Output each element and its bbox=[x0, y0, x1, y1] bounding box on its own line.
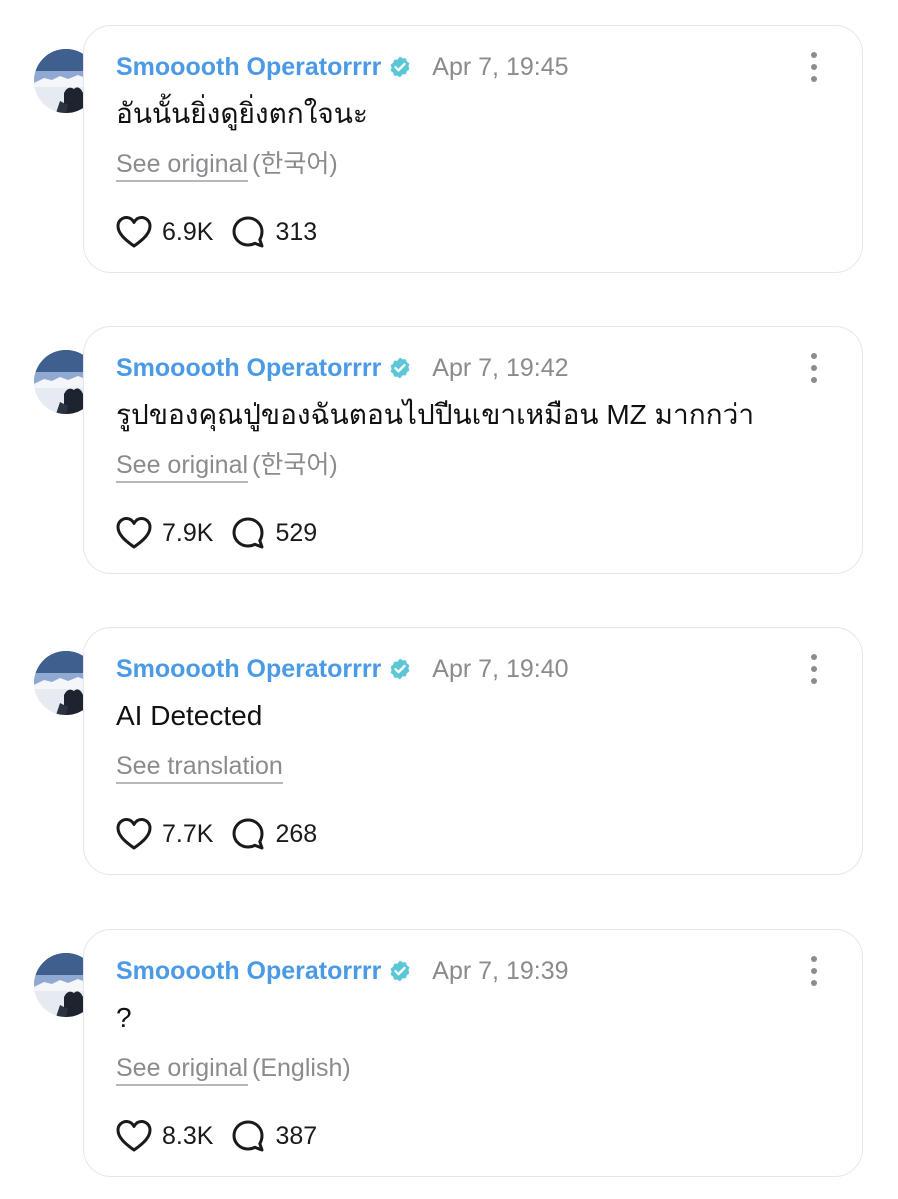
comment-header: Smooooth Operatorrrr Apr 7, 19:39 bbox=[116, 954, 569, 988]
see-original-link[interactable]: See original bbox=[116, 451, 249, 483]
translate-row: See original (한국어) bbox=[116, 147, 338, 182]
like-button[interactable]: 6.9K bbox=[116, 215, 213, 249]
see-original-link[interactable]: See original bbox=[116, 150, 249, 182]
heart-icon bbox=[116, 818, 152, 850]
more-vertical-icon[interactable] bbox=[802, 52, 826, 82]
reply-count: 313 bbox=[275, 217, 318, 246]
comment-header: Smooooth Operatorrrr Apr 7, 19:40 bbox=[116, 652, 569, 686]
heart-icon bbox=[116, 1120, 152, 1152]
comment-header: Smooooth Operatorrrr Apr 7, 19:42 bbox=[116, 351, 569, 385]
verified-badge-icon bbox=[388, 356, 412, 380]
like-count: 8.3K bbox=[162, 1121, 214, 1150]
comment-card: Smooooth Operatorrrr Apr 7, 19:40 AI Det… bbox=[83, 627, 863, 875]
comment-text: ? bbox=[116, 1002, 132, 1033]
verified-badge-icon bbox=[388, 959, 412, 983]
like-button[interactable]: 8.3K bbox=[116, 1119, 213, 1153]
reply-button[interactable]: 387 bbox=[231, 1119, 317, 1153]
comment-item: Smooooth Operatorrrr Apr 7, 19:39 ? See … bbox=[0, 929, 898, 1189]
comment-text: อันนั้นยิ่งดูยิ่งตกใจนะ bbox=[116, 98, 368, 129]
verified-badge-icon bbox=[388, 657, 412, 681]
like-count: 7.9K bbox=[162, 518, 214, 547]
timestamp: Apr 7, 19:45 bbox=[432, 52, 569, 81]
username-link[interactable]: Smooooth Operatorrrr bbox=[116, 53, 381, 82]
comment-actions: 7.9K 529 bbox=[116, 513, 317, 553]
comment-item: Smooooth Operatorrrr Apr 7, 19:42 รูปของ… bbox=[0, 326, 898, 586]
original-language-label: (한국어) bbox=[252, 451, 338, 479]
more-vertical-icon[interactable] bbox=[802, 956, 826, 986]
timestamp: Apr 7, 19:42 bbox=[432, 353, 569, 382]
comment-card: Smooooth Operatorrrr Apr 7, 19:42 รูปของ… bbox=[83, 326, 863, 574]
comment-card: Smooooth Operatorrrr Apr 7, 19:39 ? See … bbox=[83, 929, 863, 1177]
username-link[interactable]: Smooooth Operatorrrr bbox=[116, 957, 381, 986]
original-language-label: (한국어) bbox=[252, 150, 338, 178]
comment-text: AI Detected bbox=[116, 700, 263, 731]
like-button[interactable]: 7.9K bbox=[116, 516, 213, 550]
translate-row: See original (English) bbox=[116, 1051, 351, 1086]
timestamp: Apr 7, 19:39 bbox=[432, 956, 569, 985]
like-count: 6.9K bbox=[162, 217, 214, 246]
original-language-label: (English) bbox=[252, 1054, 351, 1082]
comment-actions: 8.3K 387 bbox=[116, 1116, 317, 1156]
reply-count: 387 bbox=[275, 1121, 318, 1150]
verified-badge-icon bbox=[388, 55, 412, 79]
comment-actions: 6.9K 313 bbox=[116, 212, 317, 252]
comment-bubble-icon bbox=[232, 818, 264, 850]
like-count: 7.7K bbox=[162, 819, 214, 848]
see-original-link[interactable]: See original bbox=[116, 1054, 249, 1086]
username-link[interactable]: Smooooth Operatorrrr bbox=[116, 655, 381, 684]
like-button[interactable]: 7.7K bbox=[116, 817, 213, 851]
see-translation-link[interactable]: See translation bbox=[116, 752, 283, 784]
reply-button[interactable]: 529 bbox=[231, 516, 317, 550]
comment-bubble-icon bbox=[232, 1120, 264, 1152]
comment-item: Smooooth Operatorrrr Apr 7, 19:40 AI Det… bbox=[0, 627, 898, 887]
comment-card: Smooooth Operatorrrr Apr 7, 19:45 อันนั้… bbox=[83, 25, 863, 273]
username-link[interactable]: Smooooth Operatorrrr bbox=[116, 354, 381, 383]
more-vertical-icon[interactable] bbox=[802, 654, 826, 684]
heart-icon bbox=[116, 517, 152, 549]
comment-bubble-icon bbox=[232, 216, 264, 248]
reply-button[interactable]: 268 bbox=[231, 817, 317, 851]
comment-item: Smooooth Operatorrrr Apr 7, 19:45 อันนั้… bbox=[0, 25, 898, 285]
translate-row: See translation bbox=[116, 749, 287, 784]
comment-text: รูปของคุณปู่ของฉันตอนไปปีนเขาเหมือน MZ ม… bbox=[116, 399, 755, 430]
timestamp: Apr 7, 19:40 bbox=[432, 654, 569, 683]
heart-icon bbox=[116, 216, 152, 248]
comment-bubble-icon bbox=[232, 517, 264, 549]
comment-header: Smooooth Operatorrrr Apr 7, 19:45 bbox=[116, 50, 569, 84]
reply-button[interactable]: 313 bbox=[231, 215, 317, 249]
reply-count: 268 bbox=[275, 819, 318, 848]
reply-count: 529 bbox=[275, 518, 318, 547]
translate-row: See original (한국어) bbox=[116, 448, 338, 483]
more-vertical-icon[interactable] bbox=[802, 353, 826, 383]
comment-actions: 7.7K 268 bbox=[116, 814, 317, 854]
